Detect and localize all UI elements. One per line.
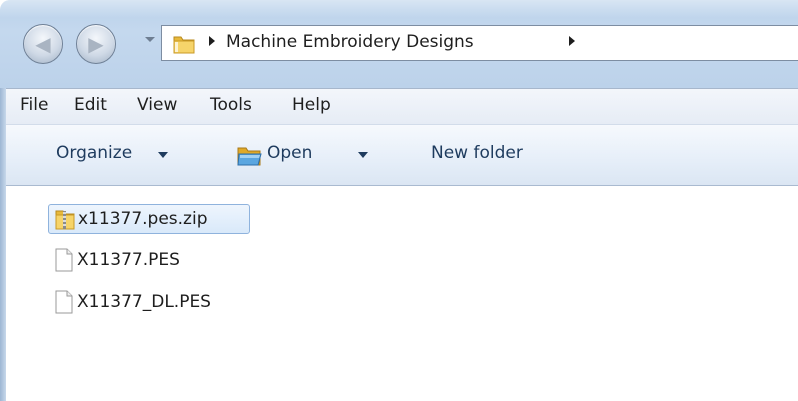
menu-edit[interactable]: Edit (74, 95, 107, 115)
menu-help[interactable]: Help (292, 95, 331, 115)
zip-folder-icon (55, 210, 75, 230)
breadcrumb-machine-embroidery-designs[interactable]: Machine Embroidery Designs (226, 32, 474, 52)
back-arrow-icon: ◀ (35, 32, 51, 56)
file-name: X11377.PES (77, 250, 180, 270)
organize-dropdown-icon[interactable] (158, 152, 168, 158)
forward-arrow-icon: ▶ (88, 32, 104, 56)
folder-icon (173, 36, 195, 54)
menu-tools[interactable]: Tools (210, 95, 252, 115)
open-button[interactable]: Open (267, 143, 312, 163)
file-item-x11377-pes-zip[interactable]: x11377.pes.zip (48, 204, 250, 234)
file-list: x11377.pes.zip X11377.PES X11377_DL.PES (6, 186, 798, 401)
breadcrumb-separator-icon[interactable] (569, 36, 575, 46)
forward-button[interactable]: ▶ (76, 24, 116, 64)
open-dropdown-icon[interactable] (358, 152, 368, 158)
file-name: X11377_DL.PES (77, 292, 211, 312)
file-item-x11377-dl-pes[interactable]: X11377_DL.PES (48, 287, 217, 317)
back-button[interactable]: ◀ (23, 24, 63, 64)
title-bar-shine (0, 0, 798, 18)
file-icon (55, 290, 73, 314)
command-bar: Organize Open New folder (0, 124, 798, 186)
menu-view[interactable]: View (137, 95, 177, 115)
menu-file[interactable]: File (20, 95, 48, 115)
file-name: x11377.pes.zip (78, 209, 208, 229)
organize-button[interactable]: Organize (56, 143, 132, 163)
new-folder-button[interactable]: New folder (431, 143, 523, 163)
recent-pages-dropdown-icon[interactable] (145, 37, 155, 42)
title-bar: ◀ ▶ Machine Embroidery Designs (0, 0, 798, 88)
file-item-x11377-pes[interactable]: X11377.PES (48, 245, 186, 275)
explorer-window: ◀ ▶ Machine Embroidery Designs File Edit… (0, 0, 798, 401)
menu-bar: File Edit View Tools Help (0, 88, 798, 124)
file-icon (55, 248, 73, 272)
address-bar[interactable]: Machine Embroidery Designs (161, 25, 798, 61)
open-folder-icon (237, 147, 262, 166)
breadcrumb-separator-icon[interactable] (209, 36, 215, 46)
